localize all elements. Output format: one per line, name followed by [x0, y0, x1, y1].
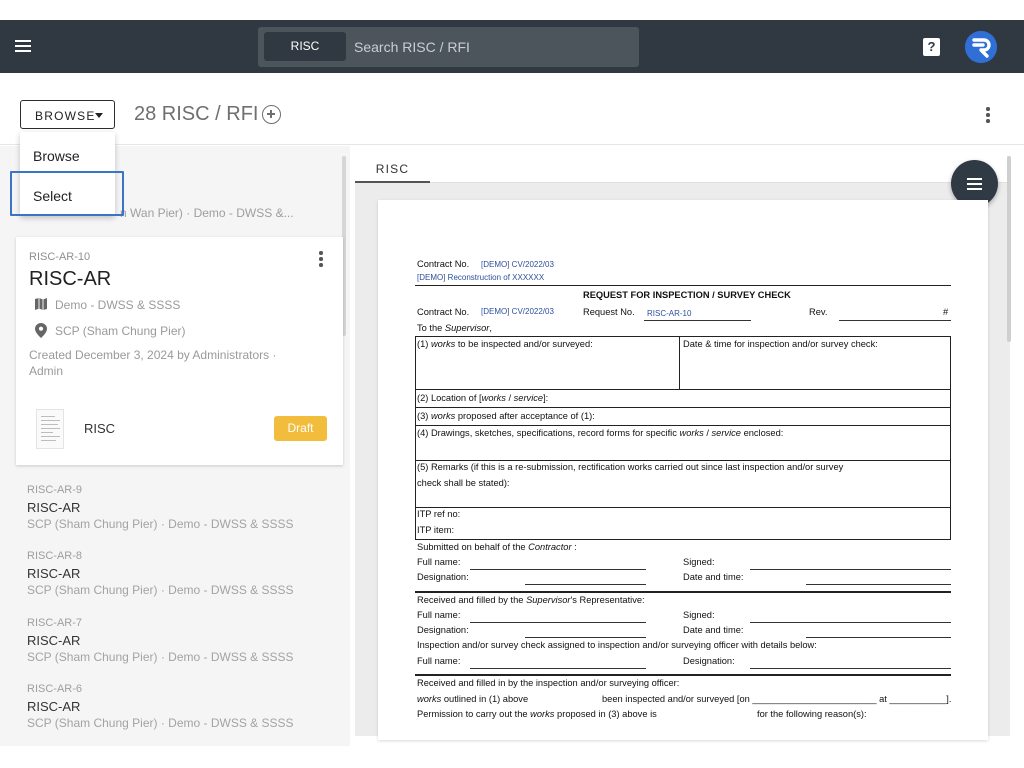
tab-risc[interactable]: RISC	[355, 156, 430, 183]
submitted-label: Submitted on behalf of the Contractor :	[417, 542, 577, 552]
risc-form-page: Contract No. [DEMO] CV/2022/03 [DEMO] Re…	[378, 200, 988, 740]
more-vert-icon[interactable]	[980, 106, 996, 124]
record-code: RISC-AR-10	[29, 251, 91, 263]
browse-dropdown-button[interactable]: BROWSE	[20, 100, 115, 129]
box5-remarks-2: check shall be stated):	[417, 478, 510, 488]
add-circle-icon[interactable]	[262, 105, 281, 124]
received-label: Received and filled by the Supervisor's …	[417, 595, 645, 605]
help-icon[interactable]: ?	[923, 38, 940, 56]
box4-drawings: (4) Drawings, sketches, specifications, …	[417, 428, 784, 438]
been-inspected-label: been inspected and/or surveyed [on _____…	[602, 694, 952, 704]
signed-label: Signed:	[683, 557, 715, 567]
date-time-label: Date and time:	[683, 572, 744, 582]
app-bar: RISC ?	[0, 20, 1024, 73]
card-more-vert-icon[interactable]	[314, 250, 328, 268]
map-icon	[35, 298, 47, 310]
contract-value: [DEMO] CV/2022/03	[481, 260, 554, 269]
app-logo-icon[interactable]	[965, 31, 997, 63]
itp-item: ITP item:	[417, 525, 455, 535]
permission-reason: for the following reason(s):	[757, 709, 867, 719]
list-item-sub: SCP (Sham Chung Pier) · Demo - DWSS & SS…	[27, 650, 294, 664]
request-label: Request No.	[583, 307, 635, 317]
box1-works: (1) works to be inspected and/or surveye…	[417, 339, 593, 349]
status-strip	[0, 0, 1024, 20]
permission-label: Permission to carry out the works propos…	[417, 709, 657, 719]
record-title: RISC-AR	[29, 268, 112, 290]
viewer-tab-bar: RISC	[355, 156, 1007, 183]
attachment-label: RISC	[84, 421, 116, 436]
list-item-sub: SCP (Sham Chung Pier) · Demo - DWSS & SS…	[27, 583, 294, 597]
form-heading: REQUEST FOR INSPECTION / SURVEY CHECK	[583, 290, 791, 300]
selected-record-card[interactable]: RISC-AR-10 RISC-AR Demo - DWSS & SSSS SC…	[16, 237, 343, 465]
list-item-partial-sub: n Wan Pier) · Demo - DWSS &...	[120, 206, 294, 220]
attachment-thumbnail[interactable]	[36, 409, 64, 449]
outlined-label: works outlined in (1) above	[417, 694, 529, 704]
date-time-label-2: Date and time:	[683, 625, 744, 635]
list-item-title: RISC-AR	[27, 500, 81, 515]
browse-label: BROWSE	[35, 109, 96, 123]
record-project: Demo - DWSS & SSSS	[55, 298, 181, 312]
contract-value-2: [DEMO] CV/2022/03	[481, 307, 554, 316]
toolbar: BROWSE 28 RISC / RFI	[0, 73, 1024, 145]
menu-item-browse[interactable]: Browse	[33, 148, 80, 164]
itp-ref: ITP ref no:	[417, 509, 461, 519]
search-input[interactable]	[346, 32, 631, 61]
hash-label: #	[943, 307, 949, 317]
list-item[interactable]: RISC-AR-6 RISC-AR SCP (Sham Chung Pier) …	[27, 682, 327, 731]
full-name-label: Full name:	[417, 557, 461, 567]
list-item-code: RISC-AR-9	[27, 484, 83, 496]
select-highlight-box	[10, 171, 124, 216]
list-item-code: RISC-AR-6	[27, 683, 83, 695]
caret-down-icon	[95, 113, 103, 118]
assigned-line: Inspection and/or survey check assigned …	[417, 640, 817, 650]
list-item-sub: SCP (Sham Chung Pier) · Demo - DWSS & SS…	[27, 716, 294, 730]
box1-datetime: Date & time for inspection and/or survey…	[683, 339, 878, 349]
page-title: 28 RISC / RFI	[134, 103, 259, 125]
contract-label-2: Contract No.	[417, 307, 470, 317]
hamburger-menu-icon[interactable]	[12, 34, 36, 58]
contract-label: Contract No.	[417, 259, 470, 269]
full-name-label-3: Full name:	[417, 656, 461, 666]
box2-location: (2) Location of [works / service]:	[417, 393, 549, 403]
viewer-scrollbar[interactable]	[1007, 156, 1011, 342]
designation-label-2: Designation:	[417, 625, 469, 635]
search-bar: RISC	[258, 27, 639, 67]
record-location: SCP (Sham Chung Pier)	[55, 324, 186, 338]
to-label: To the Supervisor,	[417, 323, 492, 333]
rev-label: Rev.	[809, 307, 828, 317]
list-item-title: RISC-AR	[27, 633, 81, 648]
list-item[interactable]: RISC-AR-7 RISC-AR SCP (Sham Chung Pier) …	[27, 616, 327, 665]
list-item-title: RISC-AR	[27, 566, 81, 581]
box3-proposed: (3) works proposed after acceptance of (…	[417, 411, 595, 421]
list-item-code: RISC-AR-8	[27, 550, 83, 562]
list-item-title: RISC-AR	[27, 699, 81, 714]
search-type-selector[interactable]: RISC	[264, 32, 346, 61]
status-badge[interactable]: Draft	[274, 416, 327, 441]
full-name-label-2: Full name:	[417, 610, 461, 620]
list-item[interactable]: RISC-AR-8 RISC-AR SCP (Sham Chung Pier) …	[27, 549, 327, 598]
designation-label-3: Designation:	[683, 656, 735, 666]
box5-remarks-1: (5) Remarks (if this is a re-submission,…	[417, 462, 844, 472]
record-created: Created December 3, 2024 by Administrato…	[29, 348, 277, 378]
request-value: RISC-AR-10	[647, 309, 692, 318]
project-name: [DEMO] Reconstruction of XXXXXX	[417, 273, 545, 282]
designation-label: Designation:	[417, 572, 469, 582]
list-item[interactable]: RISC-AR-9 RISC-AR SCP (Sham Chung Pier) …	[27, 483, 327, 532]
signed-label-2: Signed:	[683, 610, 715, 620]
location-pin-icon	[35, 323, 47, 338]
list-item-code: RISC-AR-7	[27, 617, 83, 629]
received-officer-label: Received and filled in by the inspection…	[417, 678, 680, 688]
list-item-sub: SCP (Sham Chung Pier) · Demo - DWSS & SS…	[27, 517, 294, 531]
